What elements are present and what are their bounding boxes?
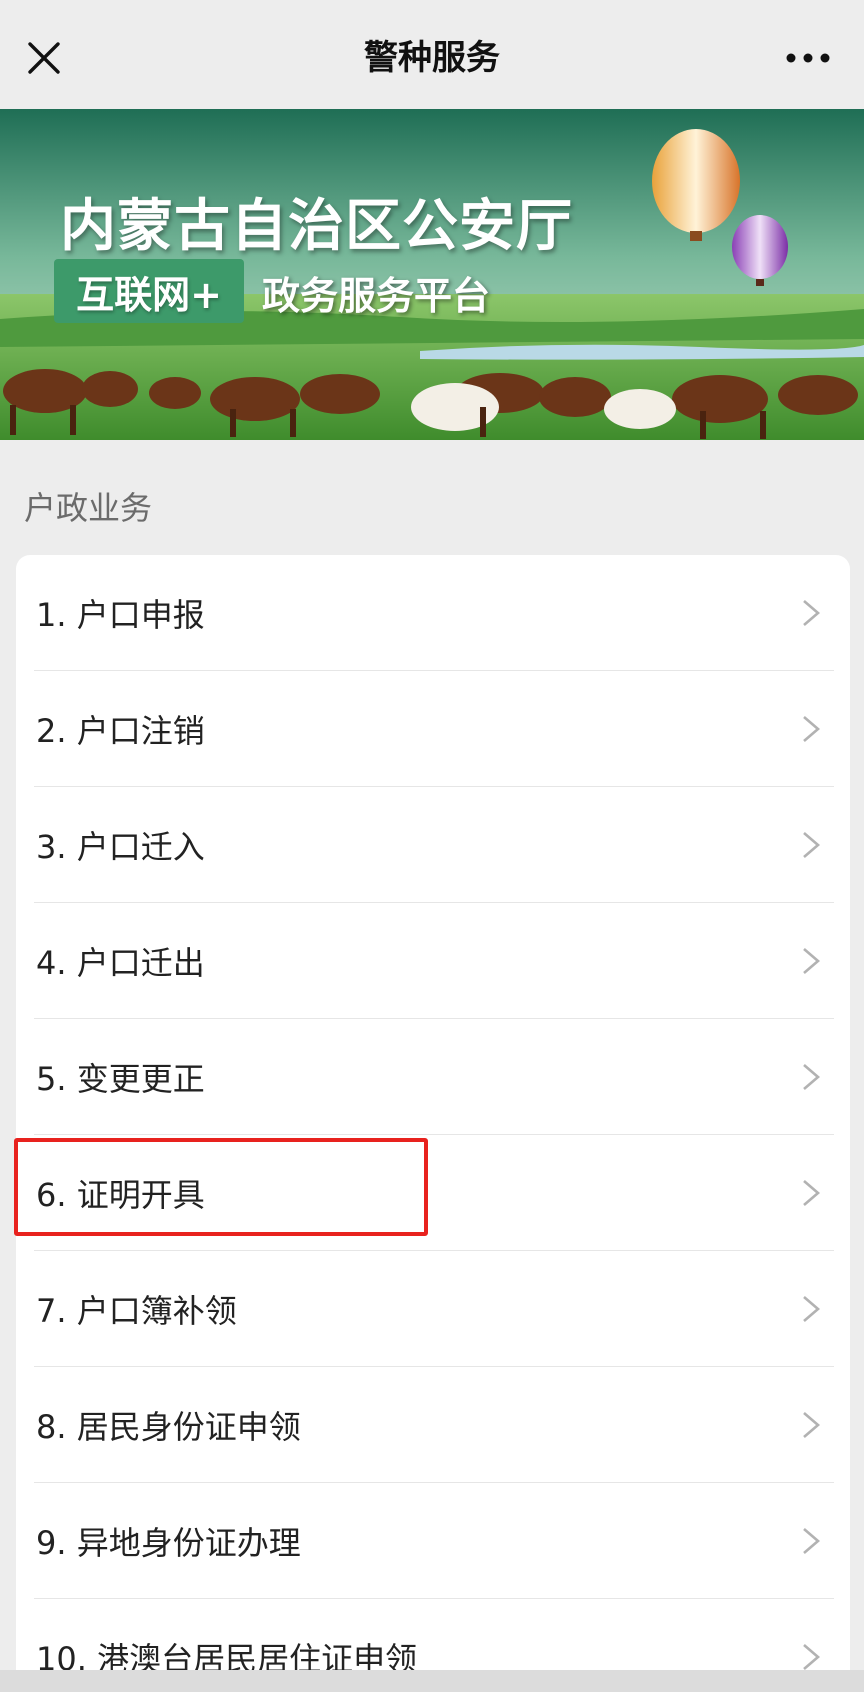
page-title: 警种服务 [364,38,500,78]
top-navigation-bar: 警种服务 [0,0,864,109]
service-list: 1. 户口申报 2. 户口注销 3. 户口迁入 4. 户口迁出 5. 变更更正 … [16,555,850,1692]
banner-image: 内蒙古自治区公安厅 互联网+ 政务服务平台 [0,109,864,440]
list-item[interactable]: 5. 变更更正 [16,1019,850,1135]
chevron-right-icon [803,1412,820,1438]
chevron-right-icon [803,716,820,742]
close-icon [28,42,60,74]
chevron-right-icon [803,600,820,626]
list-item-label: 3. 户口迁入 [36,828,205,866]
banner-subtitle: 政务服务平台 [262,274,491,318]
list-item[interactable]: 9. 异地身份证办理 [16,1483,850,1599]
close-button[interactable] [22,36,66,80]
list-item-label: 5. 变更更正 [36,1060,205,1098]
list-item[interactable]: 8. 居民身份证申领 [16,1367,850,1483]
list-item-label: 1. 户口申报 [36,596,205,634]
chevron-right-icon [803,1296,820,1322]
section-label: 户政业务 [24,489,153,527]
chevron-right-icon [803,948,820,974]
banner-heading: 内蒙古自治区公安厅 [60,194,573,259]
list-item-label: 4. 户口迁出 [36,944,205,982]
list-item[interactable]: 2. 户口注销 [16,671,850,787]
chevron-right-icon [803,1644,820,1670]
list-item-label: 2. 户口注销 [36,712,205,750]
list-item[interactable]: 1. 户口申报 [16,555,850,671]
list-item[interactable]: 7. 户口簿补领 [16,1251,850,1367]
chevron-right-icon [803,832,820,858]
bottom-edge [0,1670,864,1692]
list-item-label: 6. 证明开具 [36,1176,205,1214]
banner-tag: 互联网+ [54,259,244,323]
list-item-label: 8. 居民身份证申领 [36,1408,301,1446]
more-options-button[interactable] [780,36,836,80]
list-item[interactable]: 4. 户口迁出 [16,903,850,1019]
more-dots-icon [786,53,830,63]
chevron-right-icon [803,1064,820,1090]
list-item-label: 9. 异地身份证办理 [36,1524,301,1562]
list-item[interactable]: 3. 户口迁入 [16,787,850,903]
chevron-right-icon [803,1528,820,1554]
list-item-label: 7. 户口簿补领 [36,1292,237,1330]
chevron-right-icon [803,1180,820,1206]
list-item-highlighted[interactable]: 6. 证明开具 [16,1135,850,1251]
